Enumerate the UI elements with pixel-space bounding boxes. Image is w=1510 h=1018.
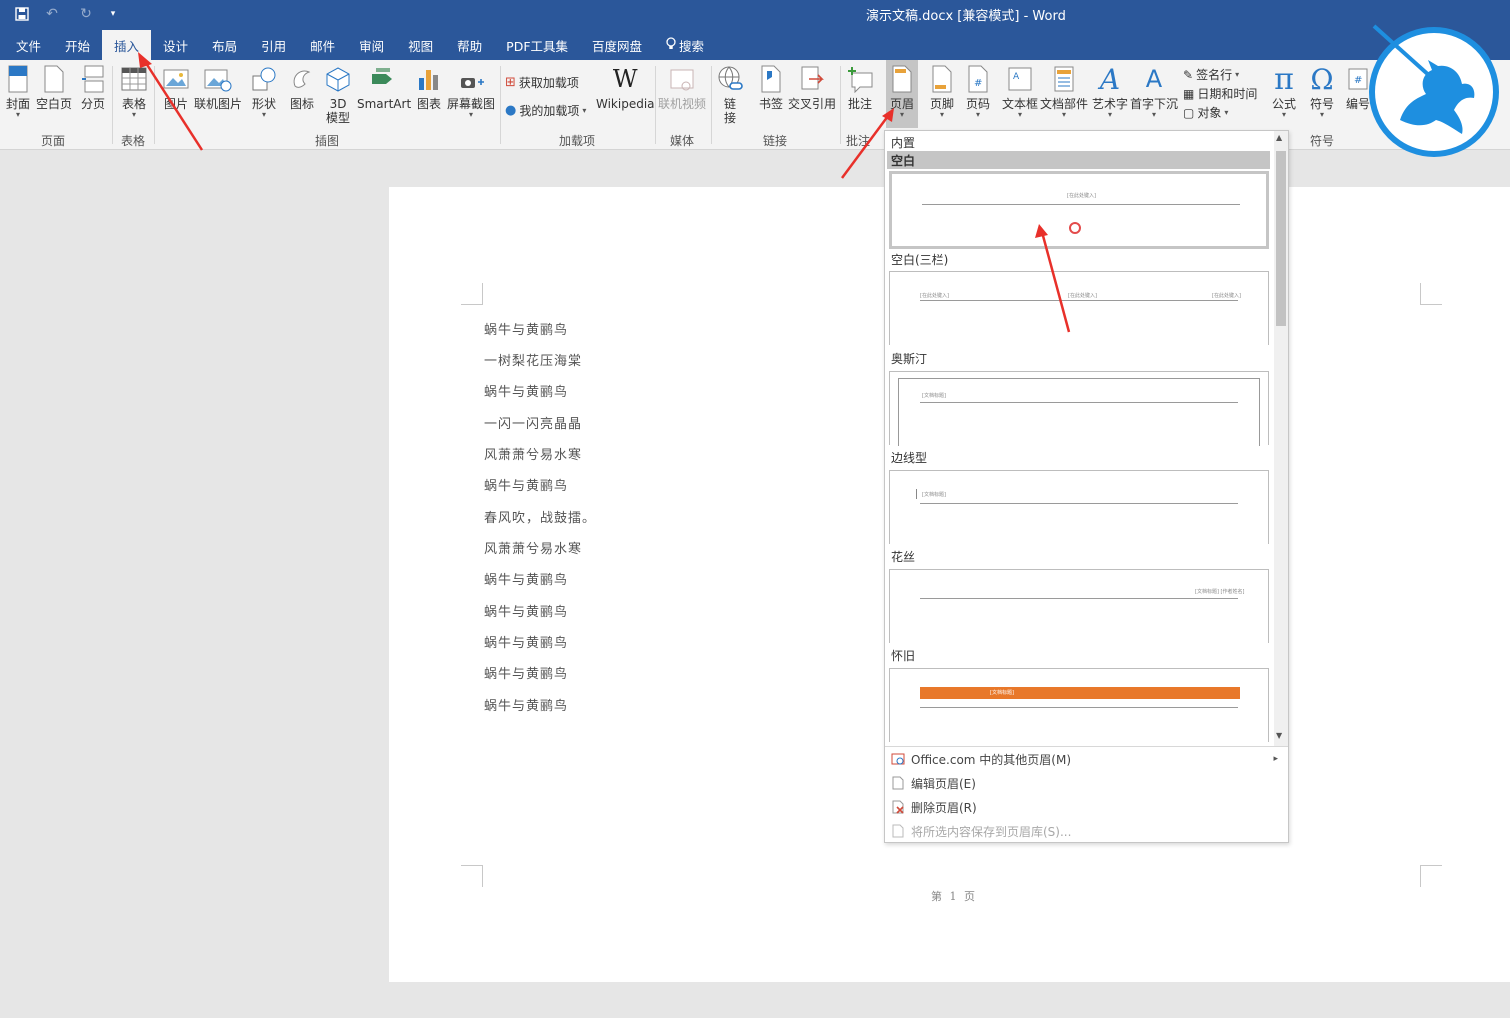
annotation-arrows — [138, 52, 1071, 333]
arrow-to-blank-header — [1040, 231, 1071, 333]
arrow-to-insert-tab — [142, 59, 204, 151]
arrow-to-header-button — [840, 115, 890, 179]
arrowhead — [138, 52, 152, 68]
arrowhead — [1035, 224, 1048, 238]
